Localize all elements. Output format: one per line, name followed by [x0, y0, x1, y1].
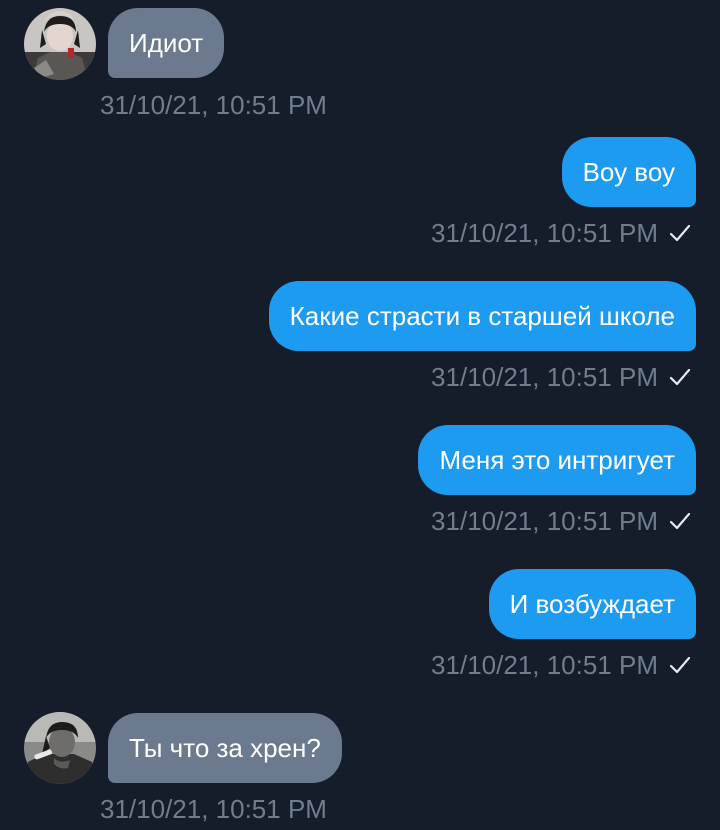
chat-conversation: Идиот 31/10/21, 10:51 PM Воу воу 31/10/2… [0, 0, 720, 830]
message-bubble-outgoing[interactable]: И возбуждает [488, 569, 696, 639]
message-text: Идиот [129, 27, 204, 58]
message-bubble-outgoing[interactable]: Какие страсти в старшей школе [268, 281, 696, 351]
message-text: И возбуждает [509, 588, 675, 619]
message-bubble-incoming[interactable]: Идиот [108, 8, 225, 78]
message-bubble-outgoing[interactable]: Меня это интригует [418, 425, 696, 495]
message-timestamp: 31/10/21, 10:51 PM [431, 362, 692, 392]
message-timestamp: 31/10/21, 10:51 PM [431, 506, 692, 536]
message-text: Меня это интригует [439, 444, 675, 475]
checkmark-icon [669, 224, 691, 242]
checkmark-icon [669, 368, 691, 386]
message-bubble-incoming[interactable]: Ты что за хрен? [108, 713, 342, 783]
message-text: Ты что за хрен? [129, 732, 321, 763]
contact-avatar[interactable] [24, 8, 96, 80]
message-timestamp: 31/10/21, 10:51 PM [431, 650, 692, 680]
message-timestamp: 31/10/21, 10:51 PM [100, 794, 327, 824]
checkmark-icon [669, 656, 691, 674]
contact-avatar[interactable] [24, 712, 96, 784]
checkmark-icon [669, 512, 691, 530]
message-text: Какие страсти в старшей школе [289, 300, 675, 331]
message-timestamp: 31/10/21, 10:51 PM [431, 218, 692, 248]
message-timestamp: 31/10/21, 10:51 PM [100, 90, 327, 120]
message-bubble-outgoing[interactable]: Воу воу [561, 137, 696, 207]
message-text: Воу воу [582, 156, 675, 187]
